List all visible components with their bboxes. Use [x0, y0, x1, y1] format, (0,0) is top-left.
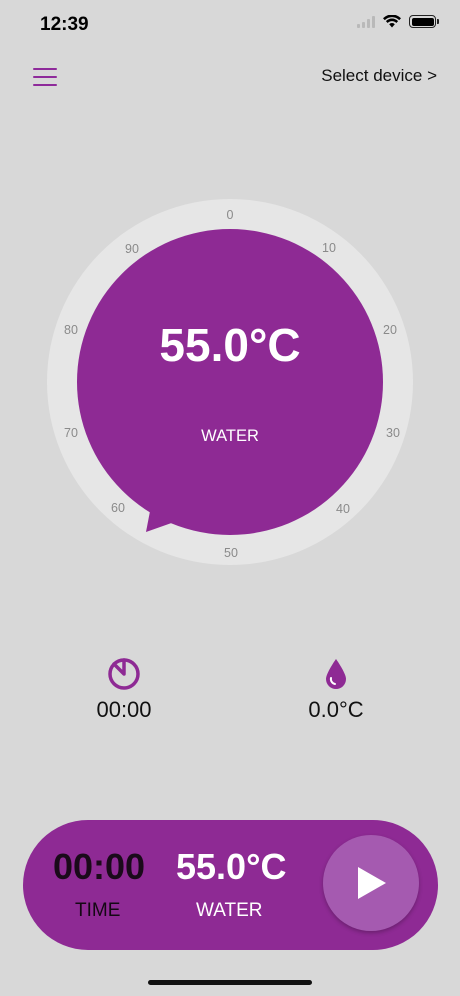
timer-stat: 00:00	[64, 655, 184, 723]
signal-icon	[357, 15, 375, 28]
dial-tick-80: 80	[64, 323, 78, 337]
timer-value: 00:00	[96, 697, 152, 722]
battery-icon	[409, 15, 439, 28]
cook-time-value[interactable]: 00:00	[53, 846, 145, 888]
play-button[interactable]	[323, 835, 419, 931]
menu-button[interactable]	[33, 68, 57, 88]
dial-tick-90: 90	[125, 242, 139, 256]
dial-tick-50: 50	[224, 546, 238, 560]
dial-tick-70: 70	[64, 426, 78, 440]
timer-icon	[108, 658, 140, 690]
dial-tick-0: 0	[227, 208, 234, 222]
water-drop-icon	[326, 659, 346, 689]
status-icons	[357, 15, 439, 28]
dial-tick-30: 30	[386, 426, 400, 440]
dial-face	[77, 229, 383, 535]
temperature-dial[interactable]: 0 10 20 30 40 50 60 70 80 90 55.0°C WATE…	[0, 190, 460, 580]
dial-mode-label: WATER	[201, 427, 259, 445]
play-icon	[358, 867, 386, 899]
status-time: 12:39	[40, 14, 89, 35]
dial-tick-40: 40	[336, 502, 350, 516]
water-temp-value: 0.0°C	[308, 697, 364, 722]
hamburger-menu-icon	[33, 68, 57, 70]
dial-temperature: 55.0°C	[159, 319, 300, 371]
cook-temp-label: WATER	[196, 900, 263, 921]
dial-tick-10: 10	[322, 241, 336, 255]
cook-control-bar: 00:00 TIME 55.0°C WATER	[23, 820, 438, 950]
cook-temp-value[interactable]: 55.0°C	[176, 846, 286, 888]
water-temp-stat: 0.0°C	[276, 655, 396, 723]
status-bar: 12:39	[0, 0, 460, 50]
wifi-icon	[383, 15, 401, 28]
select-device-link[interactable]: Select device >	[321, 66, 437, 86]
dial-tick-20: 20	[383, 323, 397, 337]
dial-tick-60: 60	[111, 501, 125, 515]
cook-time-label: TIME	[75, 900, 121, 921]
home-indicator	[148, 980, 312, 985]
